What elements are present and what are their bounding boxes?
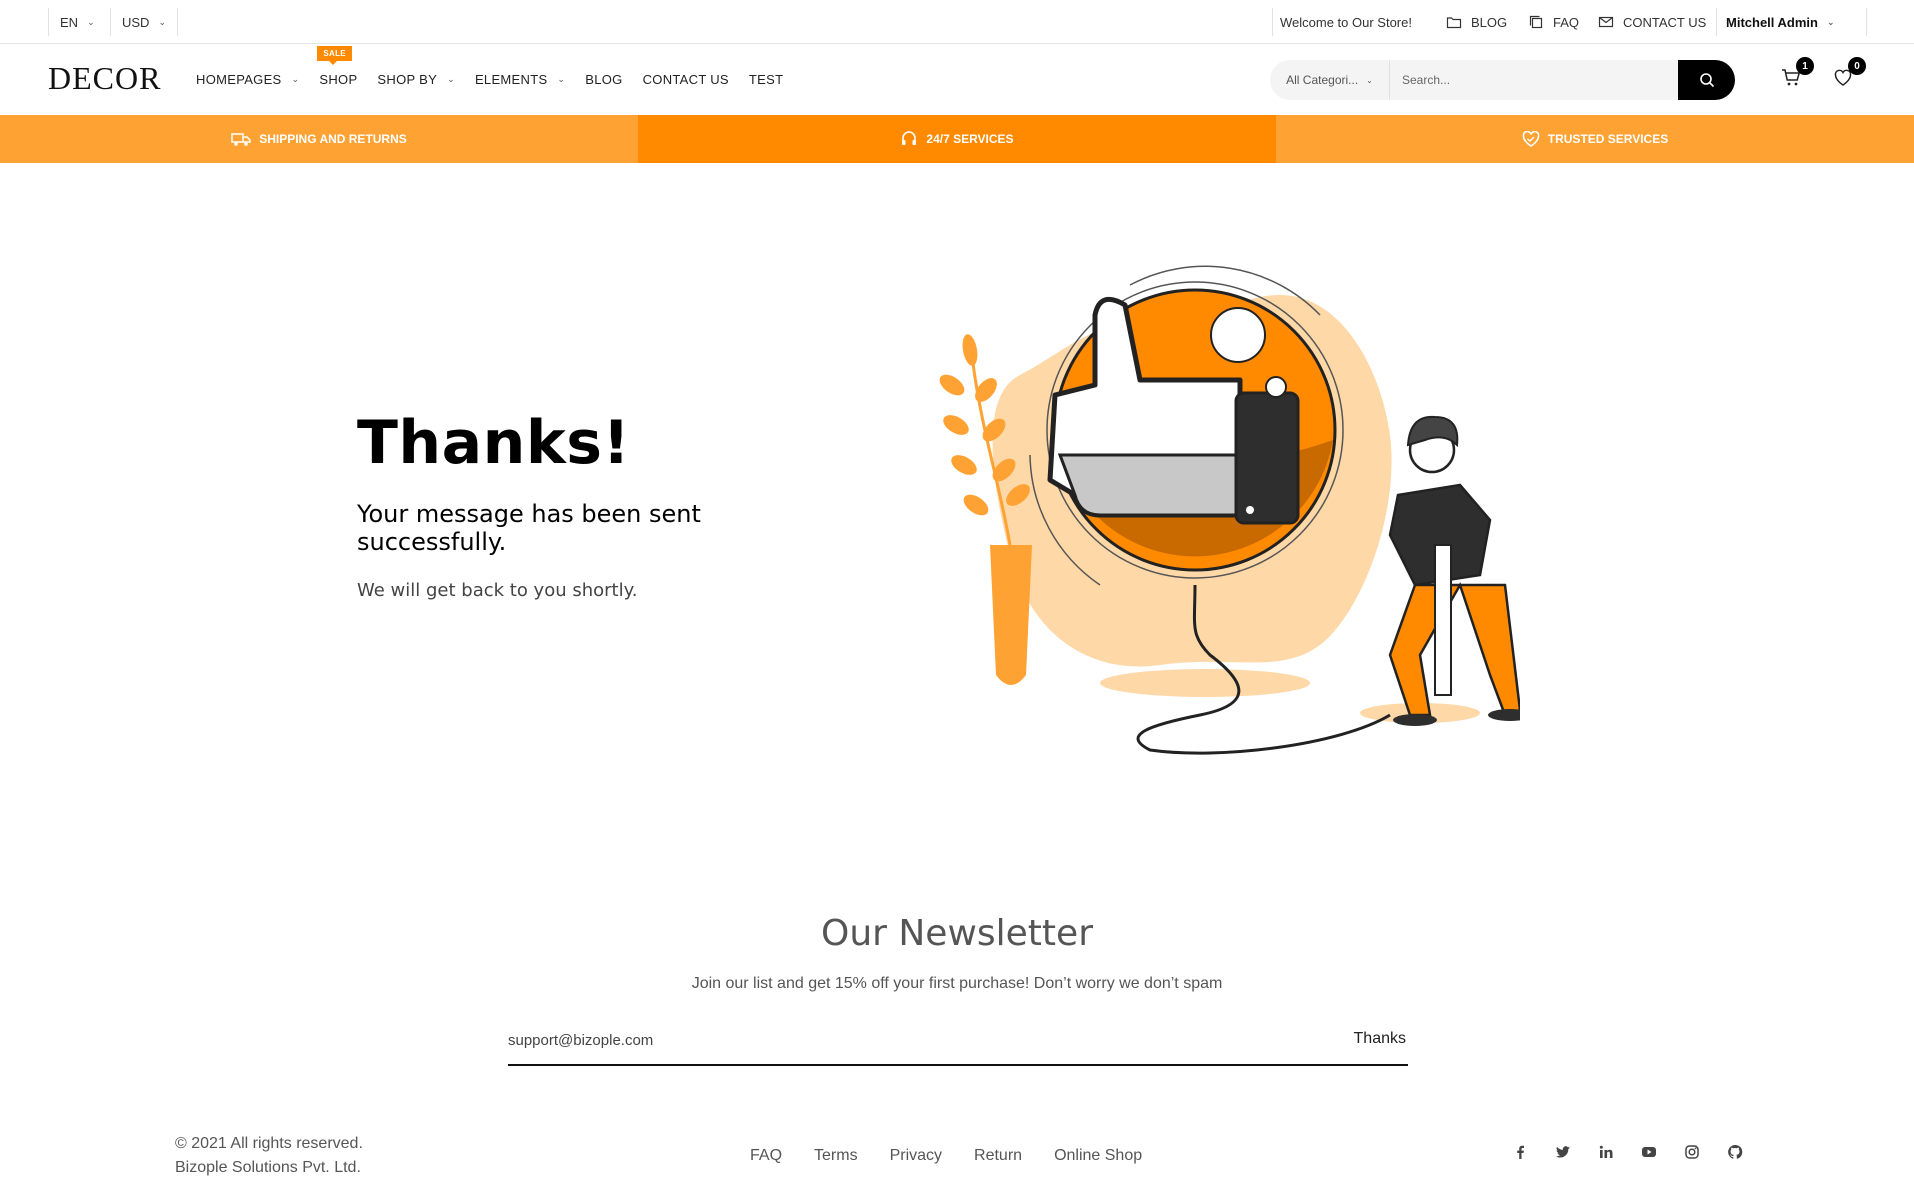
github-icon[interactable] — [1727, 1144, 1770, 1162]
store-logo[interactable]: DECOR — [48, 60, 161, 97]
divider — [1272, 8, 1273, 36]
search-button[interactable] — [1678, 60, 1735, 100]
search-input[interactable] — [1402, 68, 1662, 92]
newsletter-subtitle: Join our list and get 15% off your first… — [691, 975, 1223, 992]
chevron-down-icon: ⌄ — [291, 74, 300, 84]
currency-label: USD — [122, 14, 150, 30]
sale-badge: SALE — [317, 46, 352, 65]
category-label: All Categori... — [1286, 73, 1359, 87]
newsletter-form: Thanks — [508, 1020, 1408, 1066]
language-select[interactable]: EN ⌄ — [60, 0, 95, 44]
copyright: © 2021 All rights reserved. Bizople Solu… — [175, 1132, 363, 1180]
divider — [110, 8, 111, 36]
newsletter-submit-button[interactable]: Thanks — [1354, 1030, 1406, 1048]
blog-link[interactable]: BLOG — [1446, 0, 1507, 44]
nav-shop-by[interactable]: SHOP BY ⌄ — [377, 72, 455, 87]
footer-link-online-shop[interactable]: Online Shop — [1054, 1147, 1142, 1165]
contact-label: CONTACT US — [1623, 14, 1707, 30]
nav-label: BLOG — [585, 72, 623, 87]
nav-shop[interactable]: SALE SHOP — [317, 46, 358, 87]
logo-text: DECOR — [48, 60, 162, 96]
social-links — [1512, 1144, 1770, 1162]
linkedin-icon[interactable] — [1598, 1144, 1641, 1162]
nav-homepages[interactable]: HOMEPAGES ⌄ — [196, 72, 299, 87]
search-icon — [1699, 73, 1714, 88]
headset-icon — [902, 131, 917, 145]
facebook-icon[interactable] — [1512, 1144, 1555, 1162]
thanks-heading: Thanks! — [357, 408, 631, 478]
currency-select[interactable]: USD ⌄ — [122, 0, 166, 44]
footer-links: FAQ Terms Privacy Return Online Shop — [750, 1147, 1174, 1165]
service-label: SHIPPING AND RETURNS — [259, 132, 407, 146]
faq-label: FAQ — [1553, 14, 1580, 30]
footer-link-faq[interactable]: FAQ — [750, 1147, 782, 1165]
divider — [1866, 8, 1867, 36]
wishlist-button[interactable]: 0 — [1832, 57, 1866, 90]
footer-link-privacy[interactable]: Privacy — [890, 1147, 942, 1165]
nav-label: SHOP — [319, 72, 358, 87]
top-bar: EN ⌄ USD ⌄ Welcome to Our Store! BLOG FA… — [0, 0, 1914, 44]
copyright-line-1: © 2021 All rights reserved. — [175, 1135, 363, 1152]
cart-count: 1 — [1796, 57, 1814, 75]
service-label: 24/7 SERVICES — [926, 132, 1014, 146]
blog-label: BLOG — [1471, 14, 1508, 30]
thanks-message: Your message has been sent successfully. — [357, 500, 701, 556]
footer-link-terms[interactable]: Terms — [814, 1147, 858, 1165]
chevron-down-icon: ⌄ — [447, 74, 455, 84]
nav-label: TEST — [748, 72, 784, 87]
chevron-down-icon: ⌄ — [557, 74, 566, 84]
instagram-icon[interactable] — [1684, 1144, 1727, 1162]
copy-icon — [1528, 14, 1544, 30]
thanks-subtext: We will get back to you shortly. — [357, 580, 638, 601]
main-nav: HOMEPAGES ⌄ SALE SHOP SHOP BY ⌄ ELEMENTS… — [196, 44, 803, 115]
main-header: DECOR HOMEPAGES ⌄ SALE SHOP SHOP BY ⌄ EL… — [0, 44, 1914, 115]
faq-link[interactable]: FAQ — [1528, 0, 1579, 44]
nav-label: CONTACT US — [642, 72, 729, 87]
wishlist-count: 0 — [1848, 57, 1866, 75]
footer-link-return[interactable]: Return — [974, 1147, 1022, 1165]
truck-icon — [231, 133, 251, 146]
twitter-icon[interactable] — [1555, 1144, 1598, 1162]
nav-elements[interactable]: ELEMENTS ⌄ — [475, 72, 565, 87]
chevron-down-icon: ⌄ — [87, 16, 95, 27]
newsletter-title: Our Newsletter — [820, 913, 1093, 954]
divider — [1716, 8, 1717, 36]
welcome-text: Welcome to Our Store! — [1280, 14, 1412, 30]
nav-contact-us[interactable]: CONTACT US — [643, 72, 729, 87]
user-name: Mitchell Admin — [1726, 14, 1818, 30]
divider — [48, 8, 49, 36]
youtube-icon[interactable] — [1641, 1144, 1684, 1162]
folder-icon — [1446, 14, 1462, 30]
service-shipping: SHIPPING AND RETURNS — [0, 115, 638, 163]
category-select[interactable]: All Categori... ⌄ — [1270, 60, 1390, 100]
mail-icon — [1598, 14, 1614, 30]
service-label: TRUSTED SERVICES — [1547, 132, 1669, 146]
language-label: EN — [60, 14, 79, 30]
nav-label: SHOP BY — [377, 72, 438, 87]
cart-button[interactable]: 1 — [1780, 57, 1814, 90]
chevron-down-icon: ⌄ — [158, 16, 166, 27]
nav-blog[interactable]: BLOG — [585, 72, 622, 87]
service-trusted: TRUSTED SERVICES — [1276, 115, 1914, 163]
divider — [177, 8, 178, 36]
thumbs-up-illustration — [939, 265, 1520, 755]
newsletter-email-input[interactable] — [508, 1028, 1208, 1052]
search-bar: All Categori... ⌄ — [1270, 60, 1735, 100]
nav-test[interactable]: TEST — [749, 72, 783, 87]
nav-label: ELEMENTS — [474, 72, 548, 87]
chevron-down-icon: ⌄ — [1826, 16, 1835, 27]
nav-label: HOMEPAGES — [196, 72, 282, 87]
contact-link[interactable]: CONTACT US — [1598, 0, 1706, 44]
chevron-down-icon: ⌄ — [1366, 75, 1373, 85]
service-strip: SHIPPING AND RETURNS 24/7 SERVICES TRUST… — [0, 115, 1914, 163]
copyright-line-2: Bizople Solutions Pvt. Ltd. — [175, 1159, 361, 1176]
service-support: 24/7 SERVICES — [638, 115, 1276, 163]
user-menu[interactable]: Mitchell Admin ⌄ — [1726, 0, 1835, 44]
heart-handshake-icon — [1522, 131, 1540, 147]
